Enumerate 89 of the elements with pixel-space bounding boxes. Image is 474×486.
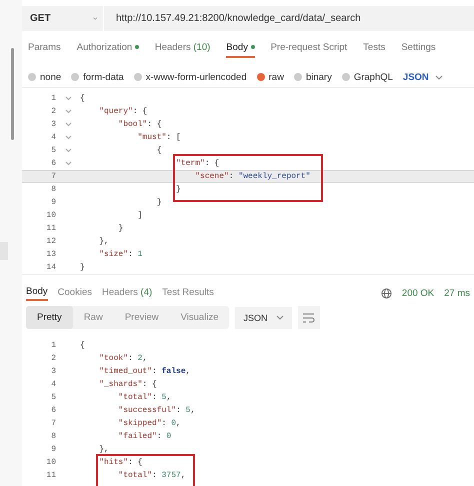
line-number: 13 <box>45 250 56 259</box>
scrollbar-thumb[interactable] <box>11 48 14 140</box>
line-number: 3 <box>50 367 56 376</box>
code-line: "successful": 5, <box>117 406 196 415</box>
line-number: 5 <box>50 146 56 155</box>
code-line: } <box>175 185 181 194</box>
body-type-radio[interactable]: x-www-form-urlencoded <box>134 72 247 82</box>
code-line: } <box>117 224 124 233</box>
code-line: "query": { <box>98 107 148 116</box>
code-line: "scene": "weekly_report" <box>194 172 310 181</box>
body-type-radio[interactable]: form-data <box>71 72 124 82</box>
response-tab[interactable]: Headers (4) <box>102 286 152 300</box>
format-dropdown[interactable]: JSON <box>235 306 292 328</box>
caret-icon <box>276 315 284 320</box>
line-number: 5 <box>50 393 56 402</box>
fold-chevron-icon[interactable] <box>64 122 72 127</box>
body-type-radio[interactable]: GraphQL <box>342 72 393 82</box>
fold-chevron-icon[interactable] <box>64 135 72 140</box>
body-type-radio[interactable]: raw <box>256 72 284 82</box>
wrap-lines-icon <box>302 312 315 322</box>
line-number: 8 <box>50 185 56 194</box>
line-number: 11 <box>45 224 56 233</box>
code-line: "hits": { <box>98 458 142 467</box>
code-line: "_shards": { <box>98 380 157 389</box>
line-number: 2 <box>50 107 56 116</box>
line-number: 4 <box>50 380 56 389</box>
body-type-radio[interactable]: binary <box>294 72 332 82</box>
fold-chevron-icon[interactable] <box>64 109 72 114</box>
format-dropdown[interactable]: JSON <box>402 72 443 82</box>
request-tab[interactable]: Tests <box>363 42 386 56</box>
code-line: { <box>80 94 85 103</box>
code-line: }, <box>98 237 109 246</box>
view-tab[interactable]: Preview <box>114 306 170 329</box>
response-tab[interactable]: Cookies <box>58 286 92 300</box>
status-code: 200 OK <box>402 288 434 298</box>
line-number: 10 <box>45 458 56 467</box>
code-line: "failed": 0 <box>117 432 172 441</box>
code-line: "total": 5, <box>117 393 172 402</box>
line-number: 11 <box>45 471 56 480</box>
line-number: 12 <box>45 237 56 246</box>
code-line: "term": { <box>175 159 220 168</box>
request-tab[interactable]: Pre-request Script <box>270 42 348 56</box>
line-number: 8 <box>50 432 56 441</box>
line-number: 4 <box>50 133 56 142</box>
fold-chevron-icon[interactable] <box>64 96 72 101</box>
line-number: 7 <box>50 172 56 181</box>
code-line: } <box>156 198 162 207</box>
code-line: "size": 1 <box>98 250 142 259</box>
line-number: 10 <box>45 211 56 220</box>
line-number: 9 <box>50 445 56 454</box>
request-tab[interactable]: Authorization <box>76 42 139 56</box>
wrap-lines-button[interactable] <box>298 306 320 329</box>
response-time: 27 ms <box>444 288 470 298</box>
line-number: 6 <box>50 159 56 168</box>
request-tab[interactable]: Settings <box>401 42 436 56</box>
url-field[interactable]: http://10.157.49.21:8200/knowledge_card/data/_search <box>104 13 361 24</box>
line-number: 1 <box>50 341 56 350</box>
line-number: 1 <box>50 94 56 103</box>
line-number: 2 <box>50 354 56 363</box>
code-line: "took": 2, <box>98 354 148 363</box>
request-tab[interactable]: Body <box>226 42 255 58</box>
fold-chevron-icon[interactable] <box>64 148 72 153</box>
code-line: { <box>156 146 162 155</box>
code-line: "skipped": 0, <box>117 419 181 428</box>
response-tab[interactable]: Test Results <box>162 286 214 300</box>
code-line: { <box>80 341 85 350</box>
code-line: "total": 3757, <box>117 471 186 480</box>
request-tab[interactable]: Headers (10) <box>154 42 210 56</box>
line-number: 3 <box>50 120 56 129</box>
globe-icon[interactable] <box>380 288 392 298</box>
code-line: ] <box>136 211 142 220</box>
line-number: 9 <box>50 198 56 207</box>
request-tab[interactable]: Params <box>28 42 61 56</box>
caret-icon <box>92 16 97 21</box>
caret-icon <box>434 74 443 80</box>
line-number: 6 <box>50 406 56 415</box>
code-line: }, <box>98 445 109 454</box>
code-line: } <box>80 263 85 272</box>
view-tab[interactable]: Pretty <box>26 306 73 329</box>
fold-chevron-icon[interactable] <box>64 161 72 166</box>
view-tab[interactable]: Visualize <box>170 306 230 329</box>
view-tab[interactable]: Raw <box>72 306 114 329</box>
line-number: 7 <box>50 419 56 428</box>
code-line: "timed_out": false, <box>98 367 190 376</box>
body-type-radio[interactable]: none <box>28 72 62 82</box>
code-line: "must": [ <box>136 133 181 142</box>
response-tab[interactable]: Body <box>26 286 48 300</box>
line-number: 14 <box>45 263 56 272</box>
code-line: "bool": { <box>117 120 162 129</box>
